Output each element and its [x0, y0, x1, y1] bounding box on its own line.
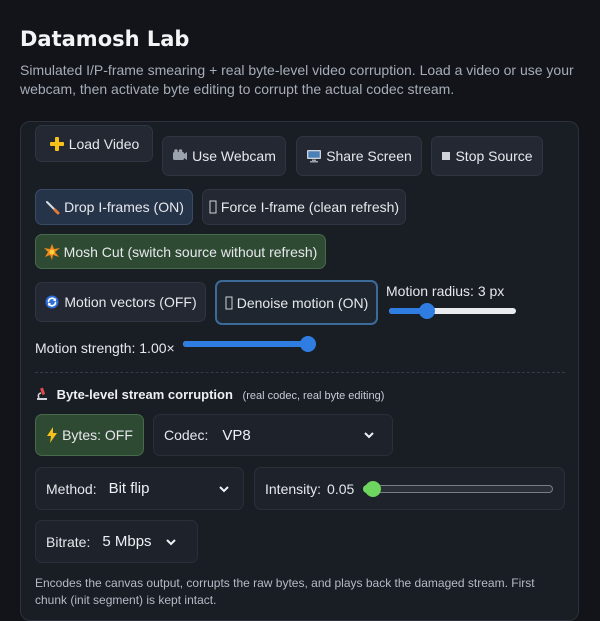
bitrate-select[interactable]: 5 Mbps [94, 527, 186, 557]
bitrate-label: Bitrate: [46, 533, 91, 550]
bolt-icon [46, 427, 58, 443]
microscope-icon [35, 387, 49, 404]
method-label: Method: [46, 480, 97, 497]
mosh-cut-label: Mosh Cut (switch source without refresh) [63, 243, 318, 260]
bytes-toggle-label: Bytes: OFF [62, 427, 133, 443]
stop-source-button[interactable]: Stop Source [431, 136, 543, 176]
codec-field: Codec: VP8 [153, 414, 393, 456]
slider-thumb[interactable] [364, 481, 381, 497]
mosh-cut-button[interactable]: Mosh Cut (switch source without refresh) [35, 234, 326, 269]
byte-section-note: (real codec, real byte editing) [242, 390, 385, 402]
denoise-motion-label: Denoise motion (ON) [236, 294, 369, 311]
share-screen-button[interactable]: Share Screen [296, 136, 422, 176]
bitrate-value: 5 Mbps [102, 533, 152, 550]
denoise-motion-button[interactable]: Denoise motion (ON) [215, 280, 378, 325]
use-webcam-button[interactable]: Use Webcam [162, 136, 286, 176]
sparkle-icon [225, 296, 233, 310]
slider-fill [183, 341, 308, 347]
chevron-down-icon [166, 538, 177, 545]
force-iframe-label: Force I-frame (clean refresh) [220, 199, 400, 215]
bitrate-field: Bitrate: 5 Mbps [35, 520, 198, 563]
motion-vectors-button[interactable]: Motion vectors (OFF) [35, 282, 206, 322]
page-subtitle: Simulated I/P-frame smearing + real byte… [20, 62, 574, 97]
drop-iframes-label: Drop I-frames (ON) [64, 199, 184, 215]
codec-select[interactable]: VP8 [214, 420, 384, 450]
brush-icon [44, 199, 60, 215]
codec-value: VP8 [222, 426, 251, 444]
plus-icon [49, 136, 65, 152]
codec-label: Codec: [164, 427, 209, 443]
chevron-down-icon [364, 432, 375, 439]
stop-icon [441, 151, 451, 161]
camera-icon [172, 149, 188, 163]
motion-strength-label: Motion strength: 1.00× [35, 340, 175, 356]
slider-track [363, 485, 553, 493]
monitor-icon [306, 149, 322, 163]
byte-section-heading: Byte-level stream corruption (real codec… [35, 387, 384, 404]
bytes-toggle-button[interactable]: Bytes: OFF [35, 414, 144, 456]
intensity-value: 0.05 [327, 480, 355, 497]
motion-radius-label: Motion radius: 3 px [386, 283, 505, 299]
explosion-icon [43, 243, 60, 260]
slider-thumb[interactable] [419, 303, 436, 319]
method-field: Method: Bit flip [35, 467, 244, 510]
byte-section-title: Byte-level stream corruption [56, 387, 233, 402]
force-iframe-button[interactable]: Force I-frame (clean refresh) [202, 189, 406, 225]
load-video-button[interactable]: Load Video [35, 125, 153, 162]
cycle-icon [44, 294, 60, 310]
use-webcam-label: Use Webcam [192, 148, 276, 164]
byte-section-footnote: Encodes the canvas output, corrupts the … [35, 576, 535, 607]
section-divider [35, 372, 565, 373]
motion-vectors-label: Motion vectors (OFF) [64, 294, 197, 310]
refresh-icon [209, 200, 217, 214]
motion-strength-slider[interactable] [183, 336, 316, 352]
motion-radius-slider[interactable] [389, 303, 516, 319]
share-screen-label: Share Screen [326, 148, 412, 164]
load-video-label: Load Video [68, 135, 140, 152]
method-select[interactable]: Bit flip [101, 474, 239, 504]
stop-source-label: Stop Source [455, 148, 533, 164]
page-title: Datamosh Lab [20, 27, 190, 51]
drop-iframes-button[interactable]: Drop I-frames (ON) [35, 189, 193, 225]
method-value: Bit flip [108, 480, 150, 497]
intensity-label: Intensity: [265, 480, 322, 497]
chevron-down-icon [218, 485, 229, 492]
intensity-slider[interactable] [363, 481, 553, 497]
slider-thumb[interactable] [300, 336, 316, 352]
